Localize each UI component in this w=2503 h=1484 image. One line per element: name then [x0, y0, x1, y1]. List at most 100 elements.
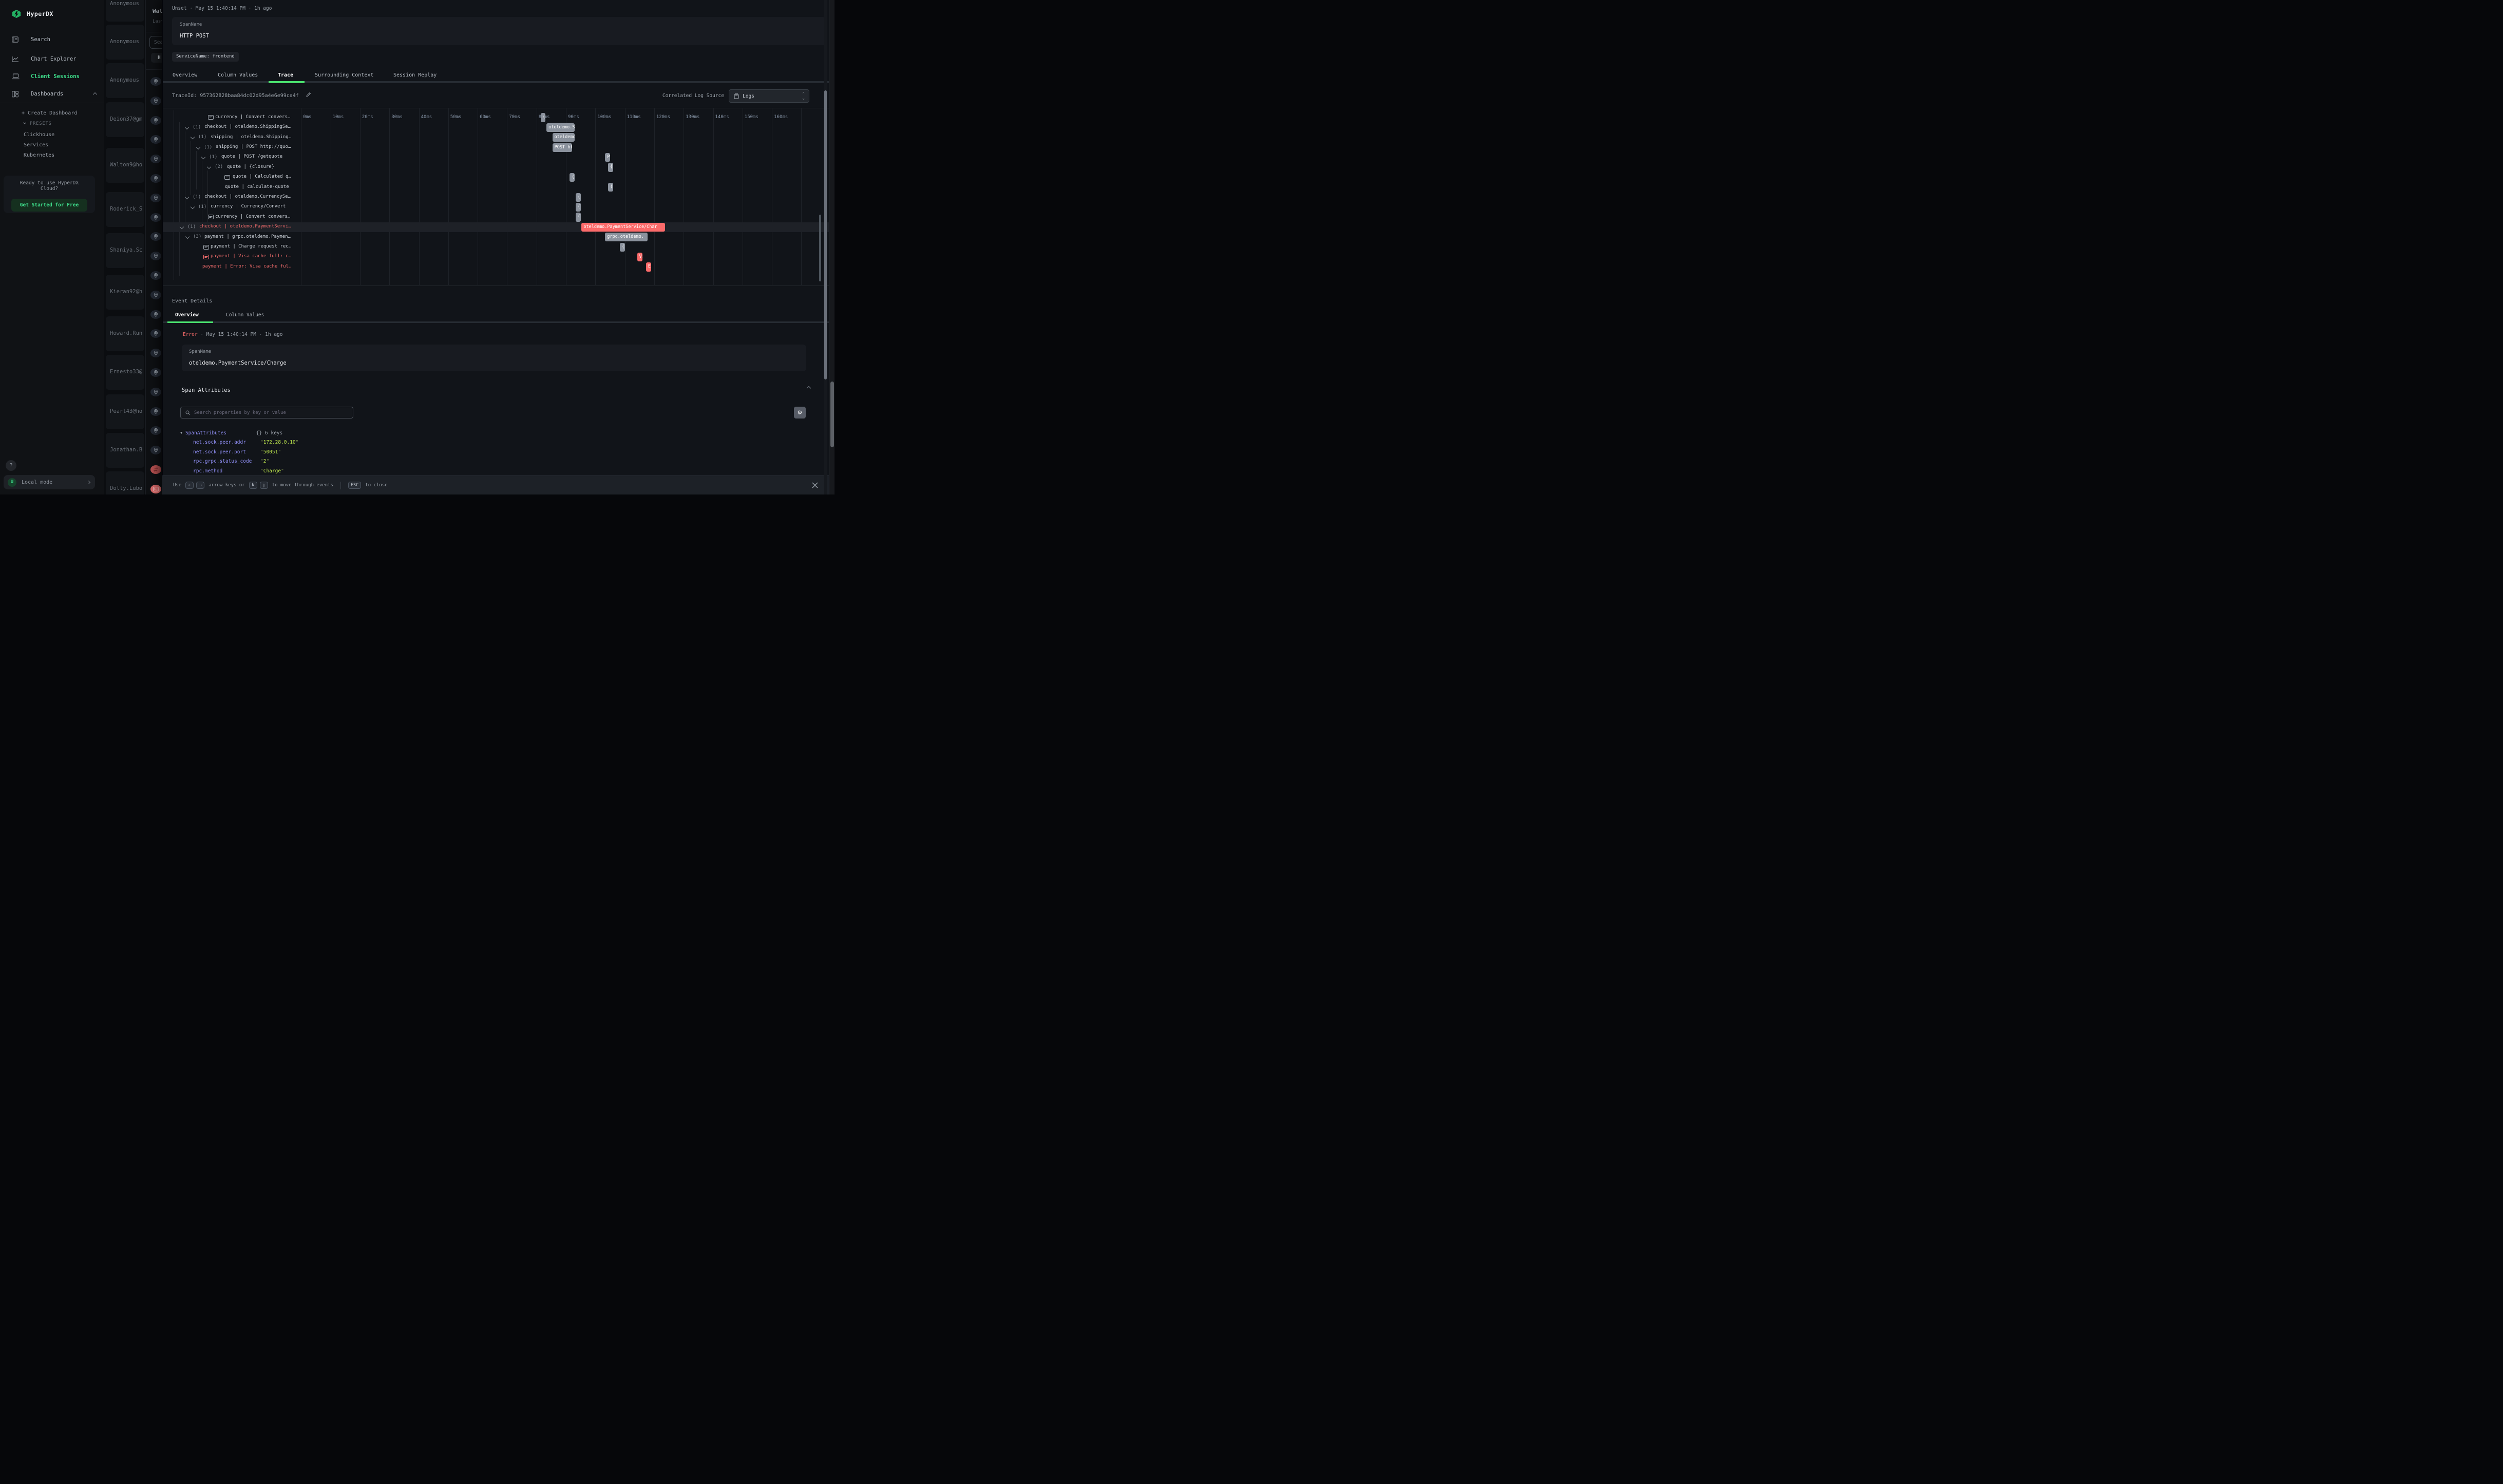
session-card[interactable]: Anonymous — [106, 25, 144, 60]
chevron-down-icon[interactable] — [207, 165, 211, 169]
span-label[interactable]: checkout | oteldemo.ShippingSe… — [204, 124, 291, 129]
session-event-icon[interactable] — [150, 407, 161, 416]
session-card[interactable]: Howard.Run — [106, 316, 144, 351]
session-event-icon[interactable] — [150, 252, 161, 260]
session-event-icon[interactable] — [150, 232, 161, 241]
session-event-icon[interactable] — [150, 446, 161, 454]
attribute-row[interactable]: rpc.grpc.status_code"2" — [193, 459, 269, 464]
span-duration-bar[interactable]: ( — [608, 183, 613, 192]
create-dashboard-button[interactable]: + Create Dashboard — [22, 110, 77, 116]
span-duration-bar[interactable]: ( — [576, 193, 581, 202]
session-event-icon[interactable] — [150, 213, 161, 222]
session-event-icon[interactable] — [150, 388, 161, 396]
event-details-tab-column-values[interactable]: Column Values — [226, 312, 264, 318]
session-card[interactable]: Roderick_S — [106, 192, 144, 227]
drawer-scrollbar[interactable] — [824, 0, 827, 494]
span-duration-bar[interactable]: Vi — [637, 253, 642, 261]
sidebar-item-chart-explorer[interactable]: Chart Explorer — [0, 52, 104, 66]
chevron-down-icon[interactable] — [180, 224, 184, 229]
trace-row[interactable]: (1)quote | POST /getquotePO — [163, 153, 835, 162]
session-card[interactable]: Pearl43@ho — [106, 394, 144, 429]
preset-item[interactable]: Kubernetes — [24, 153, 54, 158]
tab-trace[interactable]: Trace — [278, 72, 293, 78]
session-event-icon[interactable] — [150, 310, 161, 319]
trace-row[interactable]: (1)shipping | POST http://quo…POST htt — [163, 143, 835, 153]
tab-overview[interactable]: Overview — [173, 72, 197, 78]
span-duration-bar[interactable]: PO — [605, 153, 610, 162]
trace-row[interactable]: payment | Visa cache full: c…Vi — [163, 252, 835, 262]
span-duration-bar[interactable]: oteldemo.Ship — [553, 133, 575, 142]
trace-row[interactable]: (2)quote | {closure}{c — [163, 162, 835, 172]
trace-row[interactable]: currency | Convert convers… ( — [163, 112, 835, 122]
trace-row[interactable]: (1)shipping | oteldemo.Shipping…oteldemo… — [163, 132, 835, 142]
session-filter-chip[interactable]: H — [151, 53, 162, 63]
waterfall-scrollbar[interactable] — [819, 108, 821, 285]
trace-row[interactable]: (3)payment | grpc.oteldemo.Paymen…grpc.o… — [163, 232, 835, 242]
span-label[interactable]: quote | POST /getquote — [221, 154, 282, 159]
chevron-down-icon[interactable] — [191, 135, 195, 139]
sidebar-item-search[interactable]: Search — [0, 32, 104, 47]
event-details-tab-overview[interactable]: Overview — [175, 312, 199, 318]
span-label[interactable]: quote | calculate-quote — [225, 184, 289, 189]
sidebar-item-dashboards[interactable]: Dashboards — [0, 87, 104, 101]
span-duration-bar[interactable]: ( — [576, 213, 581, 221]
session-card[interactable]: Walton9@ho — [106, 148, 144, 183]
span-label[interactable]: payment | grpc.oteldemo.Paymen… — [204, 234, 291, 239]
span-label[interactable]: checkout | oteldemo.CurrencySe… — [204, 194, 291, 199]
attributes-root-row[interactable]: ▼ SpanAttributes {} 6 keys — [180, 430, 282, 436]
gear-icon[interactable]: ⚙ — [794, 407, 806, 418]
attribute-row[interactable]: net.sock.peer.port"50051" — [193, 449, 281, 455]
span-duration-bar[interactable]: oteldemo.Shipping — [546, 123, 575, 132]
tab-column-values[interactable]: Column Values — [218, 72, 258, 78]
span-duration-bar[interactable]: ( — [570, 173, 575, 182]
trace-row[interactable]: payment | Charge request rec… ( — [163, 242, 835, 252]
span-label[interactable]: quote | {closure} — [227, 164, 274, 169]
service-name-chip[interactable]: ServiceName: frontend — [172, 52, 239, 62]
chevron-down-icon[interactable] — [196, 145, 200, 149]
span-label[interactable]: currency | Convert convers… — [215, 115, 290, 120]
session-card[interactable]: Jonathan.B — [106, 433, 144, 468]
session-event-icon[interactable] — [150, 329, 161, 338]
attribute-row[interactable]: rpc.method"Charge" — [193, 468, 284, 474]
session-event-icon[interactable] — [150, 97, 161, 105]
window-scrollbar[interactable] — [829, 0, 835, 494]
chevron-down-icon[interactable] — [191, 205, 195, 209]
span-duration-bar[interactable]: POST htt — [553, 143, 572, 152]
session-event-icon[interactable] — [150, 271, 161, 280]
span-label[interactable]: currency | Convert convers… — [215, 214, 290, 219]
chevron-down-icon[interactable] — [185, 125, 189, 129]
collapse-section-icon[interactable] — [807, 386, 811, 390]
span-label[interactable]: payment | Charge request rec… — [211, 244, 291, 249]
span-duration-bar[interactable]: grpc.oteldemo. — [605, 233, 648, 241]
session-card[interactable]: Shaniya.Sc — [106, 233, 144, 268]
edit-pencil-icon[interactable] — [306, 91, 312, 98]
session-event-icon[interactable] — [150, 155, 161, 163]
trace-row[interactable]: quote | Calculated q… ( — [163, 173, 835, 182]
trace-row[interactable]: currency | Convert convers… ( — [163, 212, 835, 222]
chevron-down-icon[interactable] — [201, 155, 205, 159]
trace-row[interactable]: (1)currency | Currency/Convert( — [163, 202, 835, 212]
span-label[interactable]: currency | Currency/Convert — [211, 204, 286, 209]
trace-row[interactable]: quote | calculate-quote ( — [163, 182, 835, 192]
attributes-search-input[interactable]: Search properties by key or value — [180, 407, 353, 418]
session-event-icon[interactable] — [150, 485, 161, 493]
close-icon[interactable] — [812, 482, 818, 488]
session-card[interactable]: Kieran92@h — [106, 275, 144, 310]
span-label[interactable]: shipping | oteldemo.Shipping… — [211, 135, 291, 140]
span-label[interactable]: quote | Calculated q… — [233, 174, 291, 179]
session-card[interactable]: Anonymous — [106, 0, 144, 22]
session-card[interactable]: Ernesto33@ — [106, 355, 144, 390]
span-duration-bar[interactable]: Er — [646, 262, 651, 271]
tab-surrounding-context[interactable]: Surrounding Context — [315, 72, 373, 78]
session-card[interactable]: Anonymous — [106, 63, 144, 98]
span-duration-bar[interactable]: oteldemo.PaymentService/Char — [581, 223, 665, 232]
span-duration-bar[interactable]: ( — [576, 203, 581, 212]
span-duration-bar[interactable]: ( — [620, 243, 625, 252]
preset-item[interactable]: Services — [24, 142, 48, 148]
trace-row[interactable]: (1)checkout | oteldemo.ShippingSe…otelde… — [163, 123, 835, 132]
trace-row[interactable]: payment | Error: Visa cache ful…Er — [163, 262, 835, 272]
session-event-icon[interactable] — [150, 465, 161, 474]
get-started-button[interactable]: Get Started for Free — [11, 199, 87, 212]
help-button[interactable]: ? — [6, 460, 16, 471]
span-duration-bar[interactable]: ( — [541, 113, 546, 122]
